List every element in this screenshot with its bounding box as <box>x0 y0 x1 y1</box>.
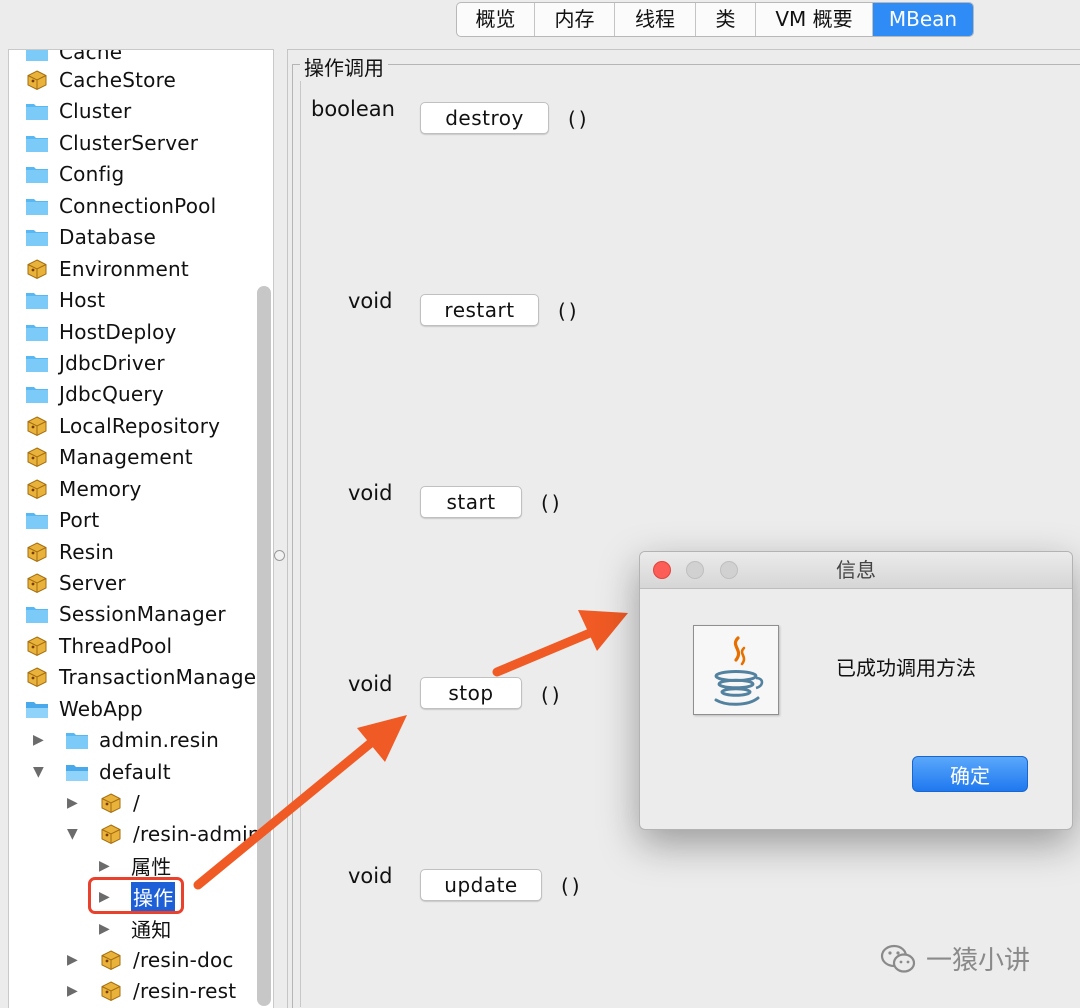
dialog-message: 已成功调用方法 <box>836 656 976 680</box>
arrow-to-stop <box>193 737 377 890</box>
annotation-arrows <box>193 610 628 890</box>
ok-button[interactable]: 确定 <box>912 756 1028 792</box>
dialog-title: 信息 <box>836 558 876 582</box>
dialog-titlebar[interactable]: 信息 <box>640 552 1072 589</box>
watermark: 一猿小讲 <box>880 940 1030 977</box>
info-dialog: 信息 已成功调用方法 确定 <box>639 551 1073 830</box>
arrow-to-dialog <box>492 628 595 677</box>
watermark-text: 一猿小讲 <box>926 946 1031 976</box>
arrow-head <box>357 715 407 762</box>
java-icon <box>693 625 779 715</box>
wechat-icon <box>880 944 916 973</box>
